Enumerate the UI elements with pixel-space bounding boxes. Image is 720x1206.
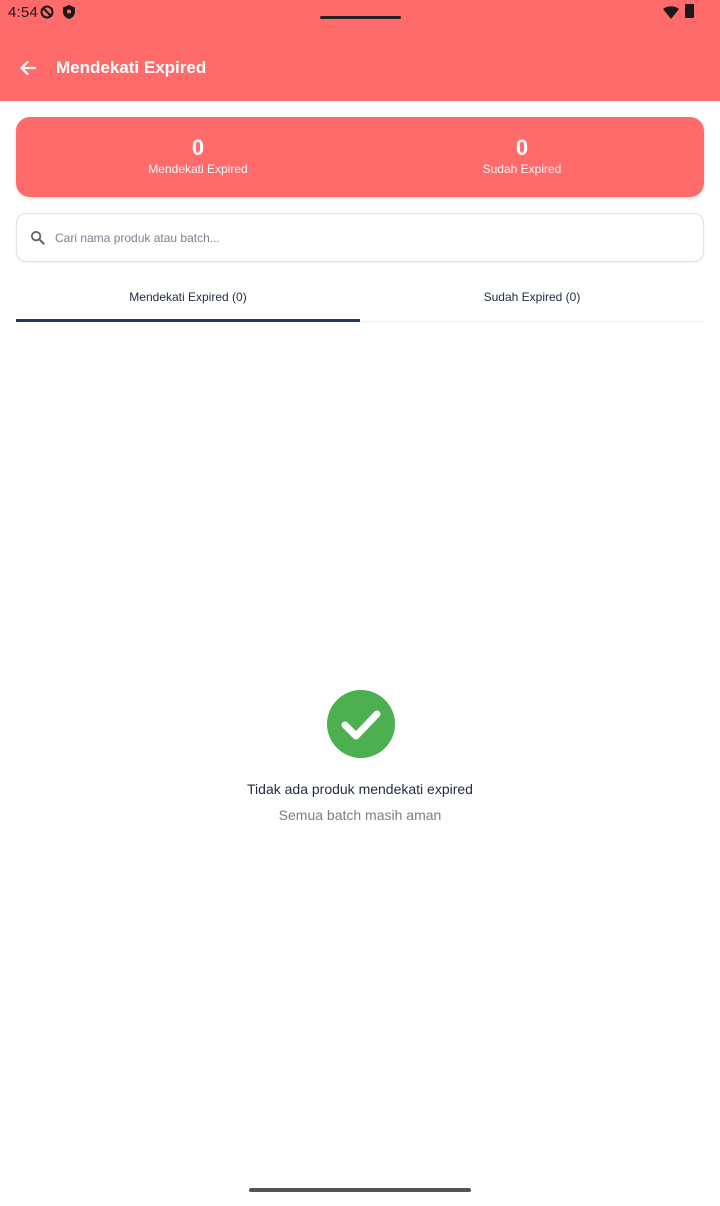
near-expired-count: 0 <box>191 135 205 160</box>
expired-count: 0 <box>515 135 529 160</box>
near-expired-label: Mendekati Expired <box>148 162 248 176</box>
status-time: 4:54 <box>8 4 38 21</box>
expired-summary: 0 Sudah Expired <box>422 135 622 177</box>
shield-icon <box>63 5 75 19</box>
home-indicator[interactable] <box>249 1188 471 1192</box>
empty-state-title: Tidak ada produk mendekati expired <box>247 781 473 797</box>
tab-near-expired[interactable]: Mendekati Expired (0) <box>16 273 360 321</box>
camera-notch <box>320 16 401 19</box>
page-title: Mendekati Expired <box>56 58 207 77</box>
search-icon <box>30 230 45 245</box>
do-not-disturb-icon <box>40 5 54 19</box>
app-bar: 4:54 Mendekati Expired <box>0 0 720 101</box>
empty-state-subtitle: Semua batch masih aman <box>278 807 442 823</box>
tab-expired[interactable]: Sudah Expired (0) <box>360 273 704 321</box>
wifi-icon <box>663 6 679 19</box>
arrow-left-icon <box>20 60 37 76</box>
check-circle-icon <box>327 690 395 758</box>
search-input[interactable] <box>55 224 675 252</box>
expired-label: Sudah Expired <box>482 162 562 176</box>
tab-bar: Mendekati Expired (0) Sudah Expired (0) <box>16 273 704 322</box>
tab-indicator <box>16 319 360 322</box>
back-button[interactable] <box>14 54 42 82</box>
near-expired-summary: 0 Mendekati Expired <box>98 135 298 177</box>
search-box[interactable] <box>16 213 704 262</box>
summary-card: 0 Mendekati Expired 0 Sudah Expired <box>16 117 704 197</box>
battery-icon <box>685 4 694 18</box>
